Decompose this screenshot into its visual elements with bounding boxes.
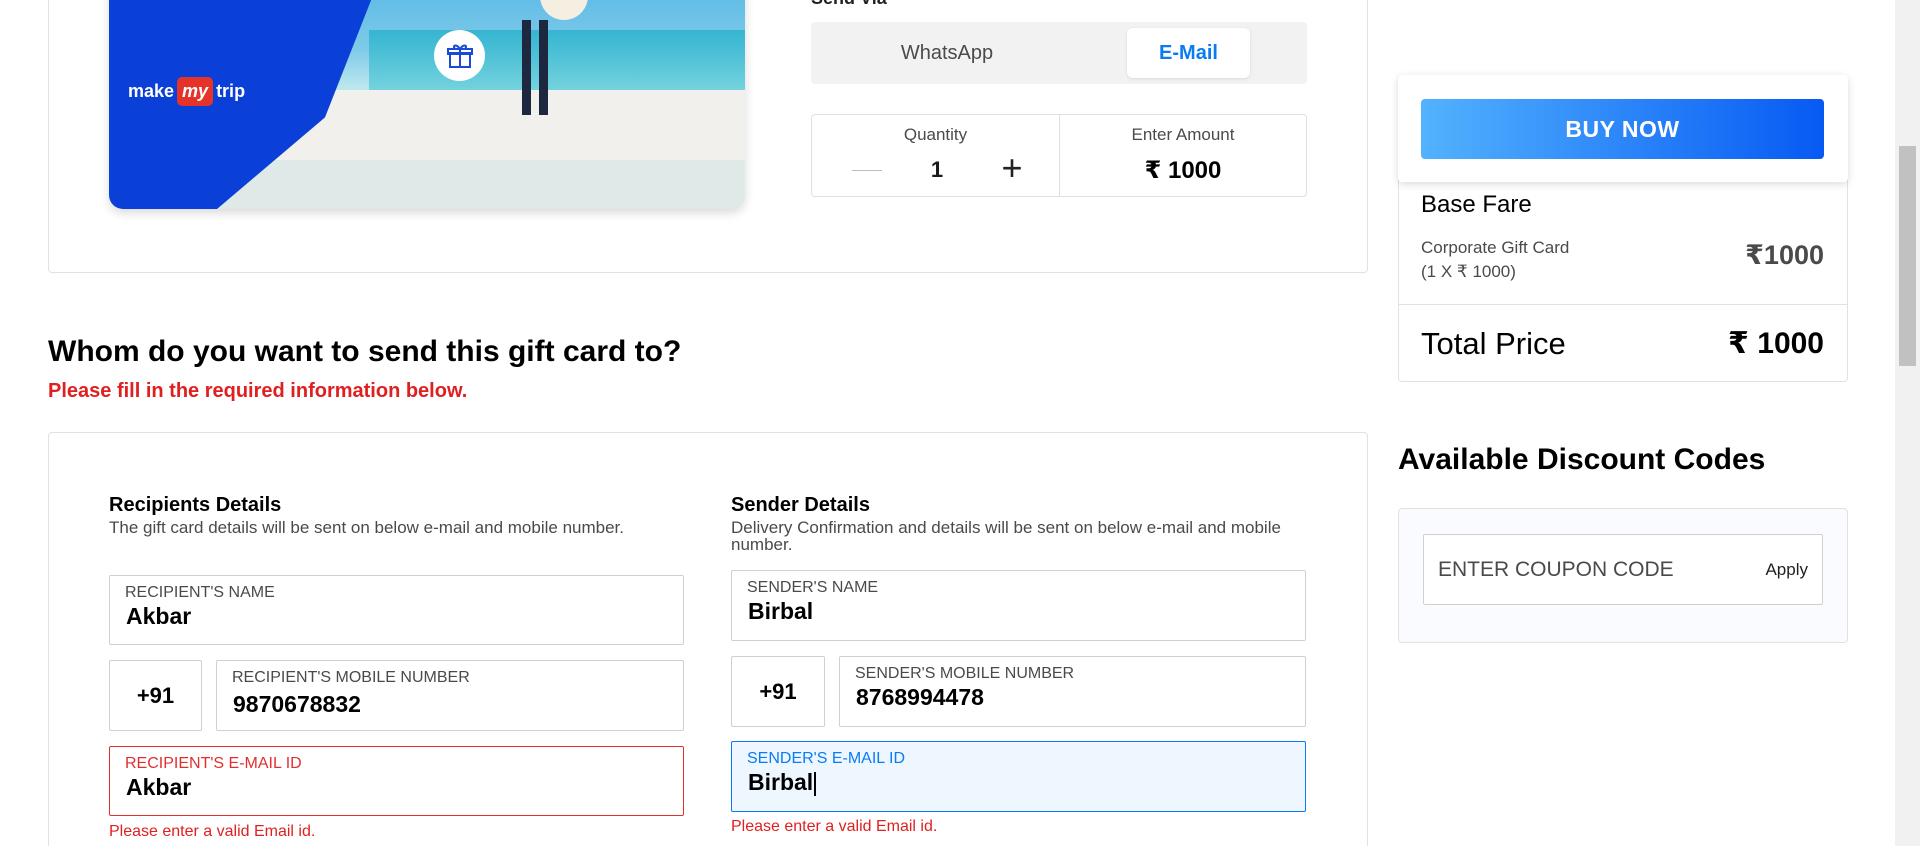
recipient-mobile-value: 9870678832 [233,691,361,717]
minus-glyph [852,169,882,171]
apply-coupon-button[interactable]: Apply [1765,535,1808,604]
sender-mobile-value: 8768994478 [856,684,984,710]
send-via-email[interactable]: E-Mail [1127,28,1250,78]
sender-name-label: SENDER'S NAME [747,579,879,596]
image-person [504,0,588,130]
sender-country-code[interactable]: +91 [731,656,825,727]
text-caret [814,771,817,796]
item-price: ₹1000 [1745,240,1824,270]
logo-prefix: make [128,81,175,101]
total-price-label: Total Price [1421,326,1566,361]
send-via-label: Send Via [811,0,887,9]
total-price-value: ₹ 1000 [1728,327,1824,360]
recipient-email-error: Please enter a valid Email id. [109,823,316,840]
sender-email-error: Please enter a valid Email id. [731,818,938,835]
recipient-details-description: The gift card details will be sent on be… [109,518,624,537]
recipient-email-label: RECIPIENT'S E-MAIL ID [125,755,302,772]
gift-icon-svg [446,44,473,68]
gift-card-image: make my trip [109,0,745,209]
makemytrip-logo: make my trip [128,77,245,106]
gift-icon [434,30,485,81]
coupon-code-input[interactable]: ENTER COUPON CODE [1438,535,1738,604]
recipient-details-title: Recipients Details [109,494,282,516]
price-divider [1399,304,1847,305]
item-detail: (1 X ₹ 1000) [1421,262,1516,281]
sender-mobile-label: SENDER'S MOBILE NUMBER [855,665,1075,682]
discount-codes-title: Available Discount Codes [1398,443,1766,476]
quantity-label: Quantity [903,125,968,144]
recipient-mobile-label: RECIPIENT'S MOBILE NUMBER [232,669,470,686]
recipient-name-value: Akbar [126,603,192,629]
sender-mobile-field[interactable]: SENDER'S MOBILE NUMBER 8768994478 [839,656,1306,727]
quantity-amount-box: Quantity 1 + Enter Amount ₹ 1000 [811,114,1307,197]
scrollbar-thumb[interactable] [1899,146,1916,366]
buy-now-container: BUY NOW [1398,75,1848,182]
minus-icon[interactable] [842,151,892,189]
plus-icon[interactable]: + [992,149,1032,189]
image-legs [522,20,548,115]
recipient-name-label: RECIPIENT'S NAME [125,584,275,601]
item-name: Corporate Gift Card [1421,238,1570,257]
page-scrollbar[interactable] [1895,0,1920,846]
logo-mark: my [177,77,214,106]
sender-name-field[interactable]: SENDER'S NAME Birbal [731,570,1306,641]
recipient-email-field[interactable]: RECIPIENT'S E-MAIL ID Akbar [109,746,684,816]
recipient-mobile-field[interactable]: RECIPIENT'S MOBILE NUMBER 9870678832 [216,660,684,731]
sender-email-value: Birbal [748,769,814,795]
amount-input[interactable]: ₹ 1000 [1060,156,1306,185]
amount-label: Enter Amount [1131,125,1235,144]
section-required-message: Please fill in the required information … [48,380,468,402]
recipient-country-code[interactable]: +91 [109,660,202,731]
section-title: Whom do you want to send this gift card … [48,335,682,368]
send-via-whatsapp[interactable]: WhatsApp [817,28,1077,78]
logo-suffix: trip [216,81,246,101]
recipient-email-value: Akbar [126,774,192,800]
sender-details-description-line2: number. [731,535,793,554]
sender-email-field[interactable]: SENDER'S E-MAIL ID Birbal [731,741,1306,812]
sender-email-value-wrap: Birbal [748,769,817,796]
sender-email-label: SENDER'S E-MAIL ID [747,750,906,767]
sender-name-value: Birbal [748,598,814,624]
send-via-toggle: WhatsApp E-Mail [811,22,1307,84]
quantity-value: 1 [930,157,944,182]
coupon-box: ENTER COUPON CODE Apply [1423,534,1823,605]
sender-details-title: Sender Details [731,494,870,516]
sender-details-description-line1: Delivery Confirmation and details will b… [731,518,1281,537]
buy-now-button[interactable]: BUY NOW [1421,99,1824,159]
recipient-name-field[interactable]: RECIPIENT'S NAME Akbar [109,575,684,645]
discount-codes-card: ENTER COUPON CODE Apply [1398,508,1848,643]
item-description: Corporate Gift Card (1 X ₹ 1000) [1421,236,1569,284]
base-fare-label: Base Fare [1421,191,1532,218]
